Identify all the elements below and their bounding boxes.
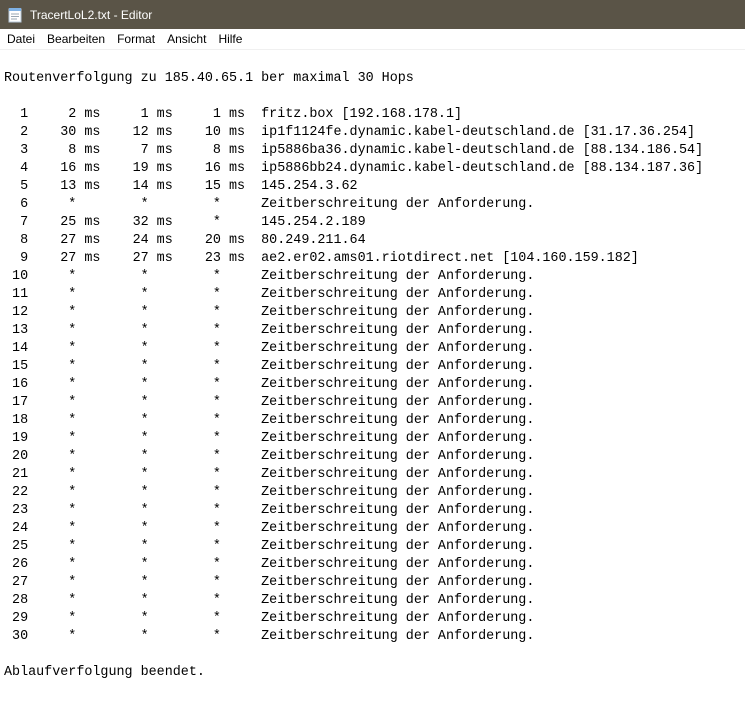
notepad-icon [8,7,22,23]
menu-bar: Datei Bearbeiten Format Ansicht Hilfe [0,29,745,49]
text-line: 25 * * * Zeitberschreitung der Anforderu… [4,539,535,554]
text-line: 12 * * * Zeitberschreitung der Anforderu… [4,305,535,320]
text-line: 8 27 ms 24 ms 20 ms 80.249.211.64 [4,233,366,248]
text-line: 13 * * * Zeitberschreitung der Anforderu… [4,323,535,338]
text-line: 26 * * * Zeitberschreitung der Anforderu… [4,557,535,572]
text-line: 23 * * * Zeitberschreitung der Anforderu… [4,503,535,518]
text-line: 19 * * * Zeitberschreitung der Anforderu… [4,431,535,446]
title-bar[interactable]: TracertLoL2.txt - Editor [0,0,745,29]
text-line: 14 * * * Zeitberschreitung der Anforderu… [4,341,535,356]
text-line [4,52,703,70]
text-line: 4 16 ms 19 ms 16 ms ip5886bb24.dynamic.k… [4,161,704,176]
text-line: 7 25 ms 32 ms * 145.254.2.189 [4,215,366,230]
text-line: 22 * * * Zeitberschreitung der Anforderu… [4,485,535,500]
text-line: Routenverfolgung zu 185.40.65.1 ber maxi… [4,71,414,86]
text-line: 24 * * * Zeitberschreitung der Anforderu… [4,521,535,536]
menu-edit[interactable]: Bearbeiten [41,29,111,49]
text-line: 18 * * * Zeitberschreitung der Anforderu… [4,413,535,428]
text-line: 29 * * * Zeitberschreitung der Anforderu… [4,611,535,626]
text-line: 15 * * * Zeitberschreitung der Anforderu… [4,359,535,374]
text-line: 17 * * * Zeitberschreitung der Anforderu… [4,395,535,410]
menu-file[interactable]: Datei [1,29,41,49]
text-line [4,646,703,664]
text-line: 6 * * * Zeitberschreitung der Anforderun… [4,197,535,212]
text-line: 28 * * * Zeitberschreitung der Anforderu… [4,593,535,608]
window-title: TracertLoL2.txt - Editor [30,7,153,22]
text-line: 5 13 ms 14 ms 15 ms 145.254.3.62 [4,179,358,194]
text-line: 3 8 ms 7 ms 8 ms ip5886ba36.dynamic.kabe… [4,143,704,158]
text-line: 9 27 ms 27 ms 23 ms ae2.er02.ams01.riotd… [4,251,639,266]
editor-window: TracertLoL2.txt - Editor Datei Bearbeite… [0,0,745,705]
document-text[interactable]: Routenverfolgung zu 185.40.65.1 ber maxi… [4,52,703,682]
menu-view[interactable]: Ansicht [161,29,212,49]
menu-format[interactable]: Format [111,29,161,49]
text-line: 16 * * * Zeitberschreitung der Anforderu… [4,377,535,392]
text-line: 30 * * * Zeitberschreitung der Anforderu… [4,629,535,644]
text-line: 1 2 ms 1 ms 1 ms fritz.box [192.168.178.… [4,107,463,122]
menu-help[interactable]: Hilfe [212,29,248,49]
text-line: 2 30 ms 12 ms 10 ms ip1f1124fe.dynamic.k… [4,125,696,140]
text-line: Ablaufverfolgung beendet. [4,665,205,680]
text-line: 27 * * * Zeitberschreitung der Anforderu… [4,575,535,590]
text-line [4,88,703,106]
text-line: 10 * * * Zeitberschreitung der Anforderu… [4,269,535,284]
text-line: 11 * * * Zeitberschreitung der Anforderu… [4,287,535,302]
text-line: 20 * * * Zeitberschreitung der Anforderu… [4,449,535,464]
text-line: 21 * * * Zeitberschreitung der Anforderu… [4,467,535,482]
text-editor-area[interactable]: Routenverfolgung zu 185.40.65.1 ber maxi… [0,49,745,705]
